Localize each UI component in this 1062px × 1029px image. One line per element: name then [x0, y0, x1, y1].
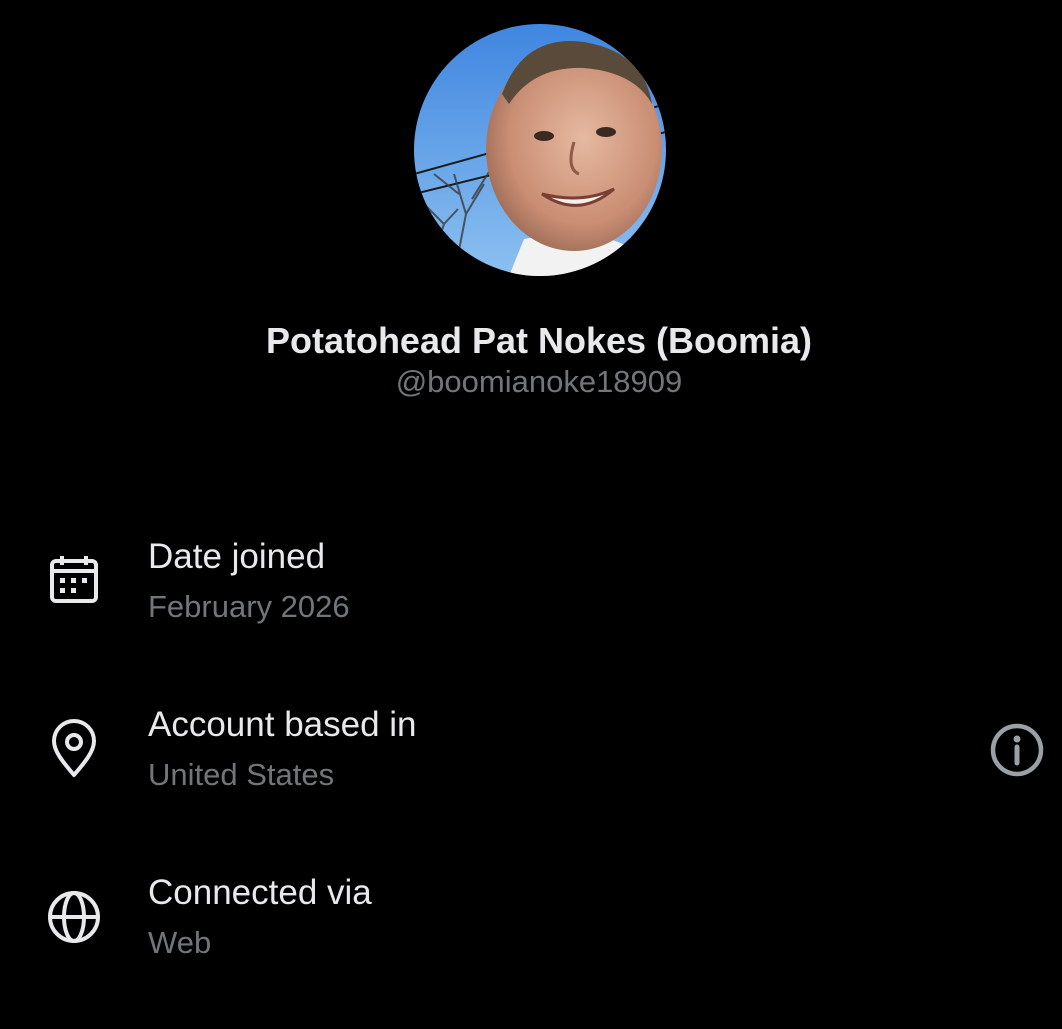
about-row-account-based-in: Account based in United States: [0, 703, 1062, 823]
connected-via-label: Connected via: [148, 873, 372, 912]
info-icon[interactable]: [986, 719, 1048, 781]
profile-display-name: Potatohead Pat Nokes (Boomia): [265, 320, 813, 361]
globe-icon: [44, 887, 104, 947]
connected-via-value: Web: [148, 925, 212, 960]
calendar-icon: [44, 551, 104, 611]
about-row-connected-via: Connected via Web: [0, 871, 1062, 991]
profile-handle: @boomianoke18909: [395, 364, 683, 399]
account-based-in-value: United States: [148, 757, 335, 792]
location-pin-icon: [44, 719, 104, 779]
date-joined-label: Date joined: [148, 537, 326, 576]
date-joined-value: February 2026: [148, 589, 350, 624]
avatar[interactable]: [414, 24, 666, 276]
account-based-in-label: Account based in: [148, 705, 417, 744]
avatar-photo: [414, 24, 666, 276]
about-row-date-joined: Date joined February 2026: [0, 535, 1062, 655]
